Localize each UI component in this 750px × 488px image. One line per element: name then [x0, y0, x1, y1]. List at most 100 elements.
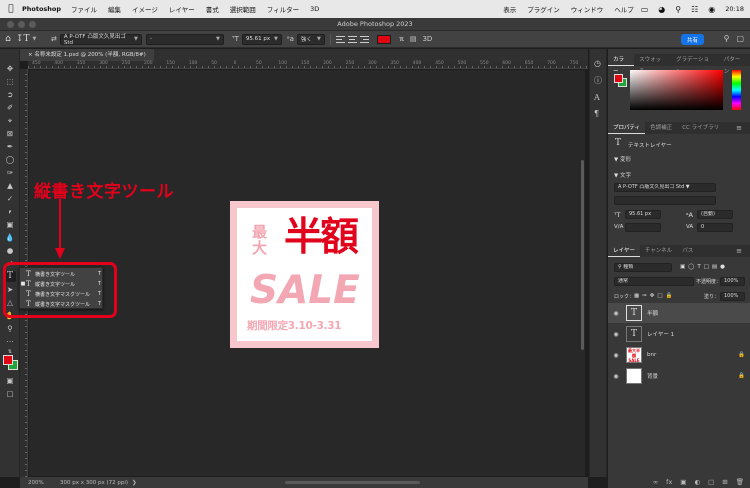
font-size-field[interactable]: 95.61 px ▼ — [241, 33, 282, 45]
layer-row-bnr[interactable]: ◉ 最大半額SALE bnr 🔒 — [608, 345, 750, 365]
tab-properties[interactable]: プロパティ — [608, 122, 646, 134]
properties-kerning[interactable] — [625, 223, 661, 232]
eye-icon[interactable]: ◉ — [608, 352, 624, 359]
properties-tracking[interactable]: 0 — [697, 223, 733, 232]
document-tab[interactable]: × 名称未設定 1.psd @ 200% (半額, RGB/8#) — [20, 49, 154, 61]
properties-font-size[interactable]: 95.61 px — [625, 210, 661, 219]
mode-3d[interactable]: 3D — [422, 35, 432, 43]
horizontal-scrollbar[interactable] — [285, 481, 420, 484]
warp-text-icon[interactable]: ℼ — [399, 35, 404, 43]
tab-patterns[interactable]: パターン — [719, 54, 750, 75]
menu-select[interactable]: 選択範囲 — [230, 4, 256, 14]
tool-preset-picker[interactable]: ↧T ▼ — [16, 34, 48, 44]
zoom-tool-icon[interactable]: ⚲ — [4, 323, 16, 334]
menu-view[interactable]: 表示 — [503, 4, 516, 14]
text-orientation-icon[interactable]: ⇄ — [51, 35, 57, 43]
adjustment-layer-icon[interactable]: ◐ — [694, 478, 700, 486]
apple-icon[interactable]:  — [0, 4, 22, 14]
align-bottom-button[interactable] — [359, 35, 369, 44]
menu-window[interactable]: ウィンドウ — [571, 4, 604, 14]
tab-paths[interactable]: パス — [677, 245, 698, 257]
layer-filter-icons[interactable]: ▣◯T□▤● — [680, 264, 728, 270]
tab-libraries[interactable]: CC ライブラリ — [677, 122, 724, 134]
wifi-icon[interactable]: ◕ — [658, 5, 665, 14]
new-layer-icon[interactable]: ⊞ — [722, 478, 727, 486]
trash-icon[interactable]: 🗑 — [736, 478, 744, 486]
fill-field[interactable]: 100% — [720, 292, 745, 301]
tab-gradients[interactable]: グラデーション — [671, 54, 719, 75]
clock[interactable]: 20:18 — [725, 5, 744, 13]
search-icon[interactable]: ⚲ — [675, 5, 681, 14]
link-layers-icon[interactable]: ∞ — [653, 478, 658, 486]
panel-menu-icon[interactable]: ≡ — [731, 245, 747, 257]
brush-tool-icon[interactable]: ✑ — [4, 167, 16, 178]
eyedropper-tool-icon[interactable]: ✒ — [4, 141, 16, 152]
document-dimensions[interactable]: 300 px x 300 px (72 ppi) — [60, 480, 128, 486]
lock-icons[interactable]: ▦✑✥□🔒 — [634, 293, 675, 299]
panel-foreground-swatch[interactable] — [614, 74, 623, 83]
fx-icon[interactable]: fx — [666, 478, 672, 486]
healing-brush-tool-icon[interactable]: ◯ — [4, 154, 16, 165]
history-icon[interactable]: ◷ — [594, 59, 601, 68]
menu-image[interactable]: イメージ — [132, 4, 158, 14]
menu-filter[interactable]: フィルター — [267, 4, 299, 14]
search-icon[interactable]: ⚲ — [724, 34, 730, 43]
eye-icon[interactable]: ◉ — [608, 373, 624, 380]
menu-layer[interactable]: レイヤー — [169, 4, 195, 14]
flyout-item-horizontal-type-mask[interactable]: T 横書き文字マスクツール T — [20, 289, 104, 299]
tab-adjustments[interactable]: 色調補正 — [645, 122, 677, 134]
add-mask-icon[interactable]: ▣ — [680, 478, 686, 486]
close-icon[interactable]: × — [28, 52, 33, 58]
eye-icon[interactable]: ◉ — [608, 331, 624, 338]
marquee-tool-icon[interactable]: ⬚ — [4, 76, 16, 87]
tab-layers[interactable]: レイヤー — [608, 245, 640, 257]
menu-edit[interactable]: 編集 — [108, 4, 121, 14]
layer-row-layer1[interactable]: ◉ T レイヤー 1 — [608, 324, 750, 344]
vertical-scrollbar[interactable] — [581, 160, 584, 350]
horizontal-ruler[interactable]: 450 400 350 300 250 200 150 100 50 0 50 100 150 200 25… — [28, 61, 588, 69]
menu-file[interactable]: ファイル — [71, 4, 97, 14]
flyout-item-vertical-type-mask[interactable]: T 縦書き文字マスクツール T — [20, 299, 104, 309]
opacity-field[interactable]: 100% — [720, 277, 745, 286]
move-tool-icon[interactable]: ✥ — [4, 63, 16, 74]
paragraph-icon[interactable]: ¶ — [594, 109, 599, 118]
tab-swatches[interactable]: スウォッチ — [634, 54, 671, 75]
workspace-icon[interactable]: ▢ — [736, 34, 744, 43]
tab-channels[interactable]: チャンネル — [640, 245, 677, 257]
history-brush-tool-icon[interactable]: ✓ — [4, 193, 16, 204]
color-field[interactable] — [630, 70, 723, 110]
dodge-tool-icon[interactable]: ● — [4, 245, 16, 256]
transform-section[interactable]: ▼ 変形 — [614, 155, 631, 163]
new-group-icon[interactable]: □ — [708, 478, 714, 486]
properties-leading[interactable]: (自動) — [697, 210, 733, 219]
battery-icon[interactable]: ▭ — [641, 5, 649, 14]
stamp-tool-icon[interactable]: ▲ — [4, 180, 16, 191]
character-panel-icon[interactable]: ▤ — [410, 35, 417, 43]
panel-menu-icon[interactable]: ≡ — [731, 122, 747, 134]
status-chevron-icon[interactable]: ❯ — [132, 480, 137, 486]
align-top-button[interactable] — [335, 35, 345, 44]
more-tools-icon[interactable]: ⋯ — [4, 336, 16, 347]
lasso-tool-icon[interactable]: ➲ — [4, 89, 16, 100]
layer-filter-select[interactable]: ⚲ 種類 — [614, 263, 672, 272]
color-swatches[interactable] — [3, 355, 18, 370]
layer-row-hangaku[interactable]: ◉ T 半額 — [608, 303, 750, 323]
siri-icon[interactable]: ◉ — [708, 5, 715, 14]
properties-font-family[interactable]: A P-OTF 凸版文久見出ゴ Std ▼ — [614, 183, 716, 192]
text-section[interactable]: ▼ 文字 — [614, 171, 631, 179]
info-icon[interactable]: ⓘ — [594, 75, 602, 86]
control-center-icon[interactable]: ☷ — [691, 5, 698, 14]
flyout-item-horizontal-type[interactable]: T 横書き文字ツール T — [20, 269, 104, 279]
quick-select-tool-icon[interactable]: ✐ — [4, 102, 16, 113]
blur-tool-icon[interactable]: 💧 — [4, 232, 16, 243]
menu-3d[interactable]: 3D — [310, 5, 319, 13]
blend-mode-select[interactable]: 通常 — [614, 277, 694, 286]
menu-type[interactable]: 書式 — [206, 4, 219, 14]
app-menu[interactable]: Photoshop — [22, 5, 61, 13]
screen-mode-icon[interactable]: ▢ — [4, 388, 16, 399]
menu-plugins[interactable]: プラグイン — [527, 4, 560, 14]
eraser-tool-icon[interactable]: ⎖ — [4, 206, 16, 217]
tab-color[interactable]: カラー — [608, 54, 635, 75]
align-center-button[interactable] — [347, 35, 357, 44]
hue-slider[interactable] — [732, 70, 741, 110]
